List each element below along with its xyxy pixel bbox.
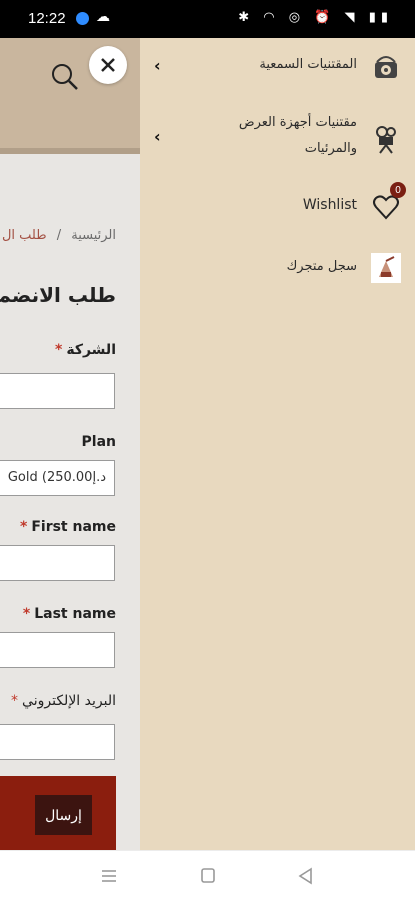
required-marker: * [11, 693, 19, 709]
menu-item-wishlist[interactable]: Wishlist 0 [140, 182, 415, 224]
menu-item-audio-collectibles[interactable]: ‹ المقتنيات السمعية [140, 50, 415, 90]
messenger-notification-icon [76, 12, 89, 25]
film-camera-icon [376, 126, 396, 154]
page-title: طلب الانضما [0, 283, 116, 307]
plan-label: Plan [81, 434, 116, 450]
menu-item-label: Wishlist [302, 197, 357, 213]
status-time: 12:22 [28, 10, 66, 27]
cloud-icon: ☁ [96, 9, 110, 25]
breadcrumb: الرئيسية / طلب ال [2, 228, 116, 243]
recent-apps-icon[interactable] [97, 865, 121, 887]
company-label: * الشركة [55, 342, 116, 358]
header-divider [0, 148, 140, 154]
menu-item-register-store[interactable]: سجل متجرك [140, 252, 415, 284]
first-name-input[interactable] [0, 545, 115, 581]
plan-select[interactable]: Gold (د.إ250.00 [0, 460, 115, 496]
background-page: الرئيسية / طلب ال طلب الانضما * الشركة Pl… [0, 38, 140, 850]
wishlist-count-badge: 0 [390, 182, 406, 198]
menu-item-label: سجل متجرك [286, 259, 357, 274]
required-marker: * [22, 606, 31, 622]
site-header [0, 38, 140, 148]
menu-item-display-devices[interactable]: ‹ مقتنيات أجهزة العرض والمرئيات [140, 110, 415, 166]
menu-item-label: مقتنيات أجهزة العرض والمرئيات [238, 115, 357, 156]
menu-item-label: المقتنيات السمعية [259, 57, 357, 72]
gramophone-icon [375, 56, 397, 78]
first-name-label: * First name [20, 519, 116, 535]
email-input[interactable] [0, 724, 115, 760]
close-menu-button[interactable] [89, 46, 127, 84]
breadcrumb-home[interactable]: الرئيسية [71, 228, 116, 243]
breadcrumb-current: طلب ال [1, 228, 47, 243]
email-label: * البريد الإلكتروني [11, 693, 116, 709]
plan-select-value: Gold (د.إ250.00 [7, 470, 106, 485]
company-input[interactable] [0, 373, 115, 409]
breadcrumb-separator: / [56, 228, 62, 243]
system-status-icons: ✱ ◠ ◎ ⏰ ◥ ▮▮ [238, 10, 393, 25]
chevron-left-icon[interactable]: ‹ [154, 56, 161, 75]
chevron-left-icon[interactable]: ‹ [154, 127, 161, 146]
home-icon[interactable] [196, 865, 220, 887]
last-name-input[interactable] [0, 632, 115, 668]
close-icon [101, 58, 115, 72]
side-drawer: ‹ المقتنيات السمعية ‹ مقتنيات أجهزة العر… [140, 38, 415, 850]
search-icon[interactable] [50, 62, 80, 92]
required-marker: * [55, 342, 63, 358]
required-marker: * [20, 519, 28, 535]
back-icon[interactable] [294, 865, 318, 887]
status-bar: 12:22 ☁ ✱ ◠ ◎ ⏰ ◥ ▮▮ [0, 0, 415, 38]
system-nav-bar [0, 850, 415, 901]
register-store-icon [371, 253, 401, 283]
last-name-label: * Last name [22, 606, 116, 622]
submit-button[interactable]: إرسال [35, 795, 92, 835]
